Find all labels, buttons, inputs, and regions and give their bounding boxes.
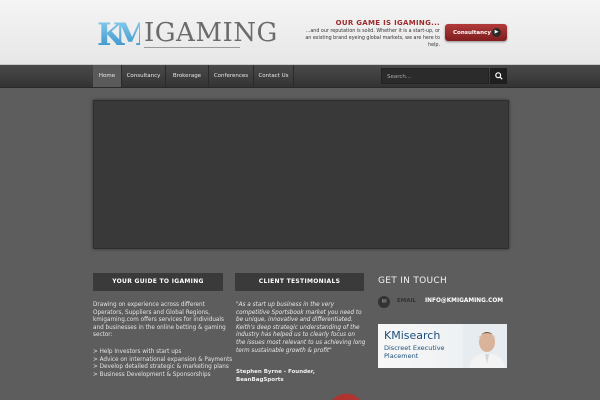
nav-item-contact-us[interactable]: Contact Us bbox=[254, 65, 294, 87]
testimonial-author-name: Stephen Byrne - Founder, bbox=[236, 369, 315, 375]
person-photo bbox=[463, 324, 507, 368]
testimonial-quote: "As a start up business in the very comp… bbox=[236, 302, 366, 354]
kmisearch-ad-banner[interactable]: KMisearch Discreet Executive Placement bbox=[378, 324, 507, 368]
site-header: K M IGAMING OUR GAME IS IGAMING... ...an… bbox=[0, 0, 600, 65]
email-label: EMAIL bbox=[397, 298, 417, 304]
nav-item-home[interactable]: Home bbox=[93, 65, 122, 87]
nav-item-consultancy[interactable]: Consultancy bbox=[122, 65, 166, 87]
search-icon bbox=[494, 72, 503, 80]
search-input[interactable]: Search... bbox=[381, 68, 489, 84]
partner-logo bbox=[332, 393, 360, 400]
email-link[interactable]: INFO@KMIGAMING.COM bbox=[425, 298, 503, 304]
km-logo-mark: K M bbox=[97, 17, 140, 49]
ad-title: KMisearch bbox=[384, 329, 441, 342]
guide-text: Drawing on experience across different O… bbox=[93, 302, 226, 339]
ad-subtitle: Discreet Executive Placement bbox=[384, 344, 445, 360]
tagline: OUR GAME IS IGAMING... ...and our reputa… bbox=[300, 19, 440, 49]
testimonial-author-company: BeanBagSports bbox=[236, 376, 284, 383]
hero-slider[interactable] bbox=[93, 100, 509, 249]
testimonial-author: Stephen Byrne - Founder, BeanBagSports bbox=[236, 369, 366, 384]
list-item: > Develop detailed strategic & marketing… bbox=[93, 364, 229, 371]
email-icon: ✉ bbox=[378, 296, 390, 308]
main-nav: Home Consultancy Brokerage Conferences C… bbox=[0, 65, 600, 88]
arrow-right-icon: ▶ bbox=[492, 28, 501, 37]
search-button[interactable] bbox=[490, 68, 507, 84]
svg-text:M: M bbox=[115, 17, 140, 49]
guide-list: > Help Investors with start ups > Advice… bbox=[93, 349, 233, 379]
testimonials-heading: CLIENT TESTIMONIALS bbox=[235, 273, 364, 291]
consultancy-button[interactable]: Consultancy ▶ bbox=[445, 24, 507, 41]
logo-text: IGAMING bbox=[144, 18, 278, 48]
consultancy-button-label: Consultancy bbox=[453, 29, 491, 36]
tagline-title: OUR GAME IS IGAMING... bbox=[335, 19, 440, 27]
guide-heading: YOUR GUIDE TO IGAMING bbox=[93, 273, 223, 291]
list-item: > Advice on international expansion & Pa… bbox=[93, 356, 233, 363]
list-item: > Help Investors with start ups bbox=[93, 349, 182, 355]
nav-item-brokerage[interactable]: Brokerage bbox=[166, 65, 209, 87]
get-in-touch-heading: GET IN TOUCH bbox=[378, 276, 448, 286]
list-item: > Business Development & Sponsorships bbox=[93, 371, 211, 378]
logo-underline bbox=[144, 47, 240, 48]
tagline-text: ...and our reputation is solid. Whether … bbox=[305, 29, 440, 48]
nav-item-conferences[interactable]: Conferences bbox=[209, 65, 254, 87]
